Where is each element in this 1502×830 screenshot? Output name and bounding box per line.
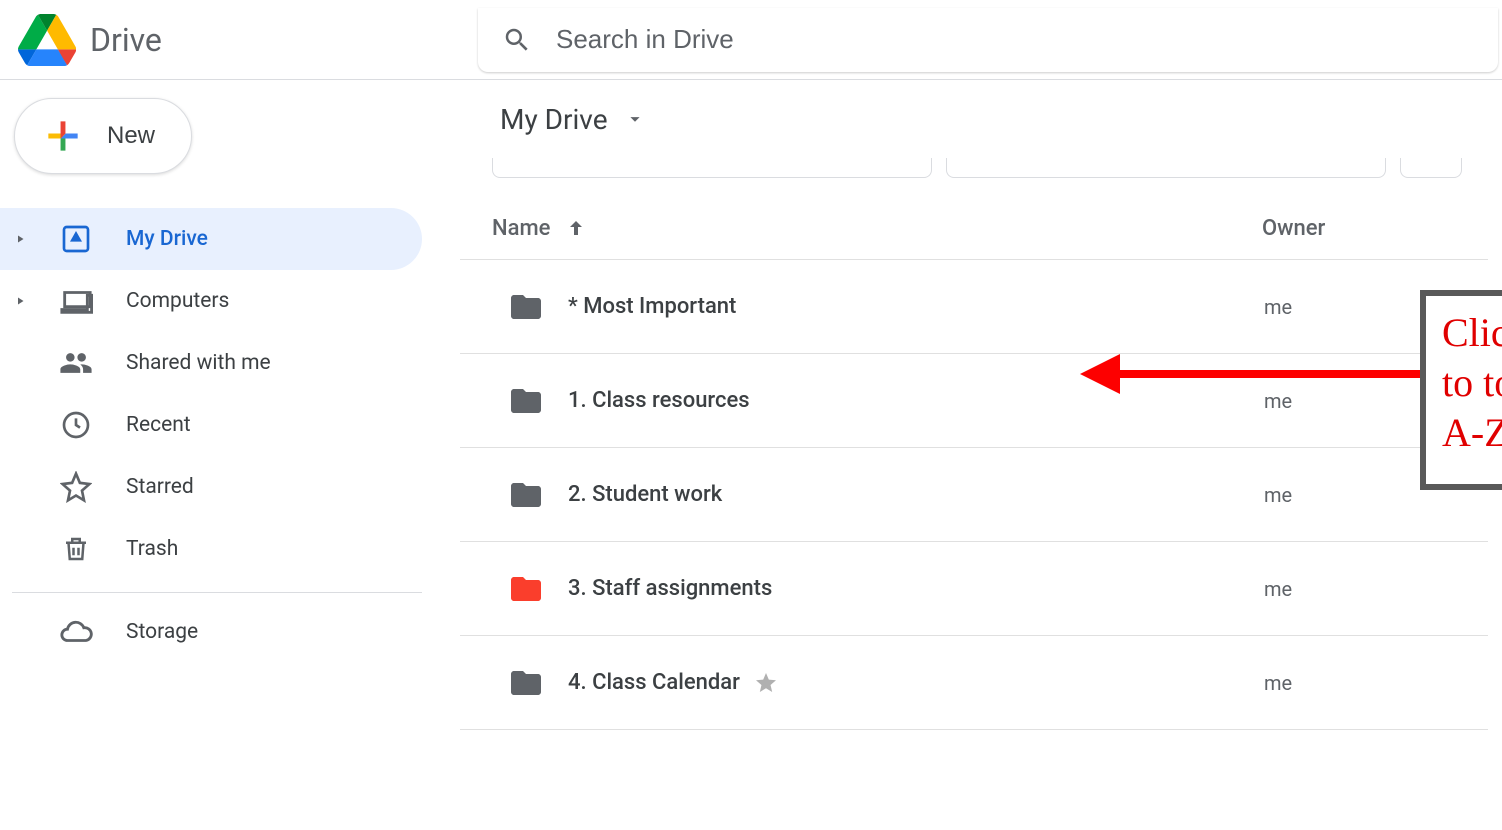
search-wrap xyxy=(478,8,1502,72)
sidebar-item-my-drive[interactable]: My Drive xyxy=(0,208,422,270)
sidebar-item-starred[interactable]: Starred xyxy=(0,456,422,518)
file-owner: me xyxy=(1264,295,1374,319)
sidebar-item-computers[interactable]: Computers xyxy=(0,270,422,332)
file-owner: me xyxy=(1264,671,1374,695)
suggestion-chip[interactable] xyxy=(946,158,1386,178)
nav-label: Starred xyxy=(126,475,194,499)
suggestion-row xyxy=(460,158,1488,178)
trash-icon xyxy=(58,531,94,567)
sidebar-item-recent[interactable]: Recent xyxy=(0,394,422,456)
expand-caret-icon xyxy=(14,233,26,245)
nav-label: Shared with me xyxy=(126,351,271,375)
file-name: 1. Class resources xyxy=(568,388,1264,413)
file-name: 2. Student work xyxy=(568,482,1264,507)
breadcrumb[interactable]: My Drive xyxy=(460,80,1488,158)
file-name: 4. Class Calendar xyxy=(568,670,1264,695)
col-name-label: Name xyxy=(492,216,550,241)
header: Drive xyxy=(0,0,1502,80)
shared-icon xyxy=(58,345,94,381)
file-row[interactable]: 1. Class resourcesme xyxy=(460,354,1488,448)
nav-label: Trash xyxy=(126,537,178,561)
suggestion-chip[interactable] xyxy=(492,158,932,178)
nav-label: Computers xyxy=(126,289,229,313)
file-owner: me xyxy=(1264,577,1374,601)
logo-area[interactable]: Drive xyxy=(18,14,478,66)
folder-icon xyxy=(508,383,568,419)
search-icon xyxy=(502,25,532,55)
app-name: Drive xyxy=(90,21,162,59)
expand-caret-icon xyxy=(14,295,26,307)
nav-label: Recent xyxy=(126,413,191,437)
clock-icon xyxy=(58,407,94,443)
file-row[interactable]: 3. Staff assignmentsme xyxy=(460,542,1488,636)
folder-icon xyxy=(508,289,568,325)
sidebar: New My Drive Computers xyxy=(0,80,460,830)
sort-arrow-up-icon[interactable] xyxy=(564,217,588,241)
chevron-down-icon xyxy=(624,108,646,130)
sidebar-item-storage[interactable]: Storage xyxy=(0,601,422,663)
file-owner: me xyxy=(1264,483,1374,507)
sidebar-item-shared[interactable]: Shared with me xyxy=(0,332,422,394)
plus-icon xyxy=(41,114,85,158)
col-owner-label: Owner xyxy=(1262,216,1325,241)
nav-label: Storage xyxy=(126,620,198,644)
column-header: Name Owner xyxy=(460,198,1488,260)
main: My Drive Name Owner * Most Importantme1.… xyxy=(460,80,1502,830)
folder-icon xyxy=(508,665,568,701)
nav: My Drive Computers Shared with me xyxy=(0,208,460,663)
folder-icon xyxy=(508,477,568,513)
cloud-icon xyxy=(58,614,94,650)
search-bar[interactable] xyxy=(478,8,1498,72)
file-row[interactable]: 4. Class Calendarme xyxy=(460,636,1488,730)
file-owner: me xyxy=(1264,389,1374,413)
file-name: 3. Staff assignments xyxy=(568,576,1264,601)
file-row[interactable]: 2. Student workme xyxy=(460,448,1488,542)
annotation-text: Click this arrow to toggle from A-Z or Z… xyxy=(1442,308,1502,458)
breadcrumb-label: My Drive xyxy=(500,103,608,136)
star-icon xyxy=(754,671,778,695)
file-row[interactable]: * Most Importantme xyxy=(460,260,1488,354)
annotation-box: Click this arrow to toggle from A-Z or Z… xyxy=(1420,290,1502,490)
star-icon xyxy=(58,469,94,505)
column-name[interactable]: Name xyxy=(492,216,1262,241)
drive-icon xyxy=(58,221,94,257)
nav-label: My Drive xyxy=(126,227,208,251)
sidebar-item-trash[interactable]: Trash xyxy=(0,518,422,580)
column-owner[interactable]: Owner xyxy=(1262,216,1372,241)
new-button[interactable]: New xyxy=(14,98,192,174)
file-name: * Most Important xyxy=(568,294,1264,319)
suggestion-chip[interactable] xyxy=(1400,158,1462,178)
new-label: New xyxy=(107,122,155,150)
drive-logo-icon xyxy=(18,14,76,66)
nav-divider xyxy=(12,592,422,593)
search-input[interactable] xyxy=(556,24,1474,55)
folder-icon xyxy=(508,571,568,607)
computers-icon xyxy=(58,283,94,319)
